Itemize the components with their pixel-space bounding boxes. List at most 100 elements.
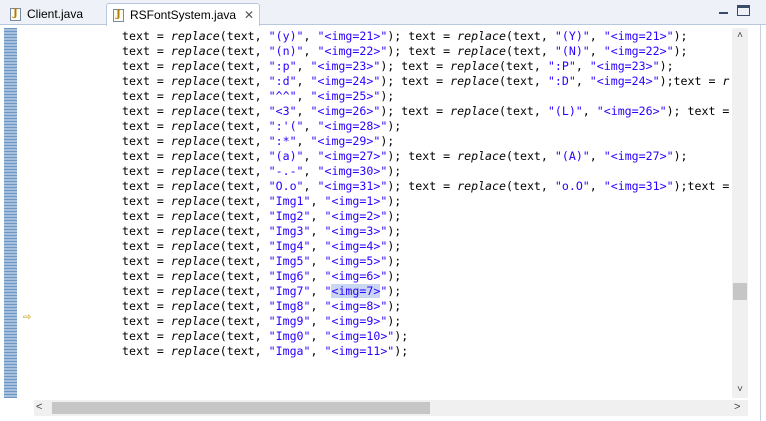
horizontal-scrollbar[interactable]: < > — [34, 400, 748, 416]
code-token: "<img=1>" — [324, 194, 388, 208]
code-line: text = replace(text, "Img4", "<img=4>"); — [122, 239, 729, 254]
code-line: text = replace(text, "(y)", "<img=21>");… — [122, 29, 729, 44]
code-token: ); text = — [387, 29, 458, 43]
code-token: (text, — [499, 59, 548, 73]
code-token: text = — [122, 89, 171, 103]
code-token: ); — [387, 224, 402, 238]
code-line: text = replace(text, "^^", "<img=25>"); — [122, 89, 729, 104]
code-token: text = — [122, 239, 171, 253]
code-token: , — [575, 74, 590, 88]
code-token: ); — [659, 59, 674, 73]
code-token: ); text = — [387, 149, 458, 163]
code-token: , — [303, 29, 318, 43]
vertical-scrollbar[interactable]: ˄ ˅ — [732, 28, 748, 398]
code-token: "<img=3>" — [324, 224, 388, 238]
code-token: , — [589, 44, 604, 58]
code-token: , — [589, 149, 604, 163]
code-token: , — [310, 209, 325, 223]
code-token: text = — [122, 74, 171, 88]
code-token: "Img9" — [268, 314, 311, 328]
code-token: , — [575, 59, 590, 73]
code-token: ); — [387, 119, 402, 133]
close-icon[interactable]: ✕ — [244, 8, 254, 22]
code-token: "^^" — [268, 89, 297, 103]
code-token: , — [310, 239, 325, 253]
code-token: ); — [387, 239, 402, 253]
code-token: "<img=26>" — [596, 104, 667, 118]
code-token: "Img1" — [268, 194, 311, 208]
code-token: (text, — [219, 284, 269, 298]
code-token: "<img=26>" — [310, 104, 381, 118]
scroll-left-icon[interactable]: < — [36, 401, 48, 413]
tab-client-java[interactable]: J Client.java — [4, 3, 104, 25]
code-token: "<img=10>" — [324, 329, 395, 343]
scroll-thumb[interactable] — [733, 283, 747, 300]
code-token: , — [303, 164, 318, 178]
code-token: (text, — [219, 194, 269, 208]
code-token: replace — [170, 254, 220, 268]
code-token: (text, — [219, 119, 269, 133]
code-token: ); — [387, 209, 402, 223]
code-line: text = replace(text, ":'(", "<img=28>"); — [122, 119, 729, 134]
code-token: "<img=23>" — [310, 59, 381, 73]
code-token: (text, — [219, 269, 269, 283]
code-token: "(A)" — [554, 149, 590, 163]
selected-text: <img=7> — [331, 284, 381, 298]
code-line: text = replace(text, "Img5", "<img=5>"); — [122, 254, 729, 269]
code-token: ); text = — [666, 104, 730, 118]
code-line: text = replace(text, "(n)", "<img=22>");… — [122, 44, 729, 59]
code-token: ":*" — [268, 134, 297, 148]
code-token: "(a)" — [268, 149, 304, 163]
code-token: text = — [122, 344, 171, 358]
scroll-right-icon[interactable]: > — [734, 401, 746, 413]
scroll-up-icon[interactable]: ˄ — [732, 30, 748, 42]
code-token: (text, — [506, 149, 555, 163]
code-token: text = — [122, 44, 171, 58]
code-token: text = — [122, 134, 171, 148]
code-token: , — [310, 299, 325, 313]
code-token: (text, — [219, 89, 269, 103]
maximize-icon[interactable] — [737, 5, 750, 16]
code-token: r — [722, 74, 730, 88]
code-token: "<img=30>" — [317, 164, 388, 178]
code-token: text = — [122, 194, 171, 208]
code-token: replace — [170, 119, 220, 133]
code-token: "<img=22>" — [317, 44, 388, 58]
code-token: (text, — [506, 29, 555, 43]
code-line: text = replace(text, "Img2", "<img=2>"); — [122, 209, 729, 224]
code-token: );text = — [673, 179, 730, 193]
code-token: ); text = — [380, 74, 451, 88]
code-token: "<img=21>" — [603, 29, 674, 43]
code-token: ); text = — [380, 59, 451, 73]
code-token: (text, — [506, 179, 555, 193]
code-token: , — [582, 104, 597, 118]
scroll-thumb[interactable] — [52, 402, 430, 414]
code-token: "<3" — [268, 104, 297, 118]
code-token: (text, — [219, 164, 269, 178]
tab-rsfontsystem-java[interactable]: J RSFontSystem.java ✕ — [106, 3, 260, 26]
code-token: "<img=28>" — [317, 119, 388, 133]
code-token: "<img=2>" — [324, 209, 388, 223]
code-token: (text, — [499, 74, 548, 88]
code-token: replace — [170, 134, 220, 148]
code-token: replace — [170, 284, 220, 298]
code-token: , — [310, 269, 325, 283]
code-line: text = replace(text, ":d", "<img=24>"); … — [122, 74, 729, 89]
code-token: replace — [450, 104, 500, 118]
code-token: "<img=11>" — [324, 344, 395, 358]
code-token: replace — [170, 314, 220, 328]
code-editor[interactable]: text = replace(text, "(y)", "<img=21>");… — [34, 28, 732, 398]
overview-ruler-gutter — [4, 28, 17, 398]
code-token: , — [310, 314, 325, 328]
code-token: "Img8" — [268, 299, 311, 313]
code-token: text = — [122, 299, 171, 313]
code-token: replace — [170, 89, 220, 103]
code-token: (text, — [219, 239, 269, 253]
code-token: (text, — [219, 149, 269, 163]
minimize-icon[interactable] — [717, 5, 730, 16]
scroll-down-icon[interactable]: ˅ — [732, 384, 748, 396]
code-token: , — [303, 179, 318, 193]
code-token: text = — [122, 149, 171, 163]
code-token: "Img6" — [268, 269, 311, 283]
code-token: replace — [170, 29, 220, 43]
